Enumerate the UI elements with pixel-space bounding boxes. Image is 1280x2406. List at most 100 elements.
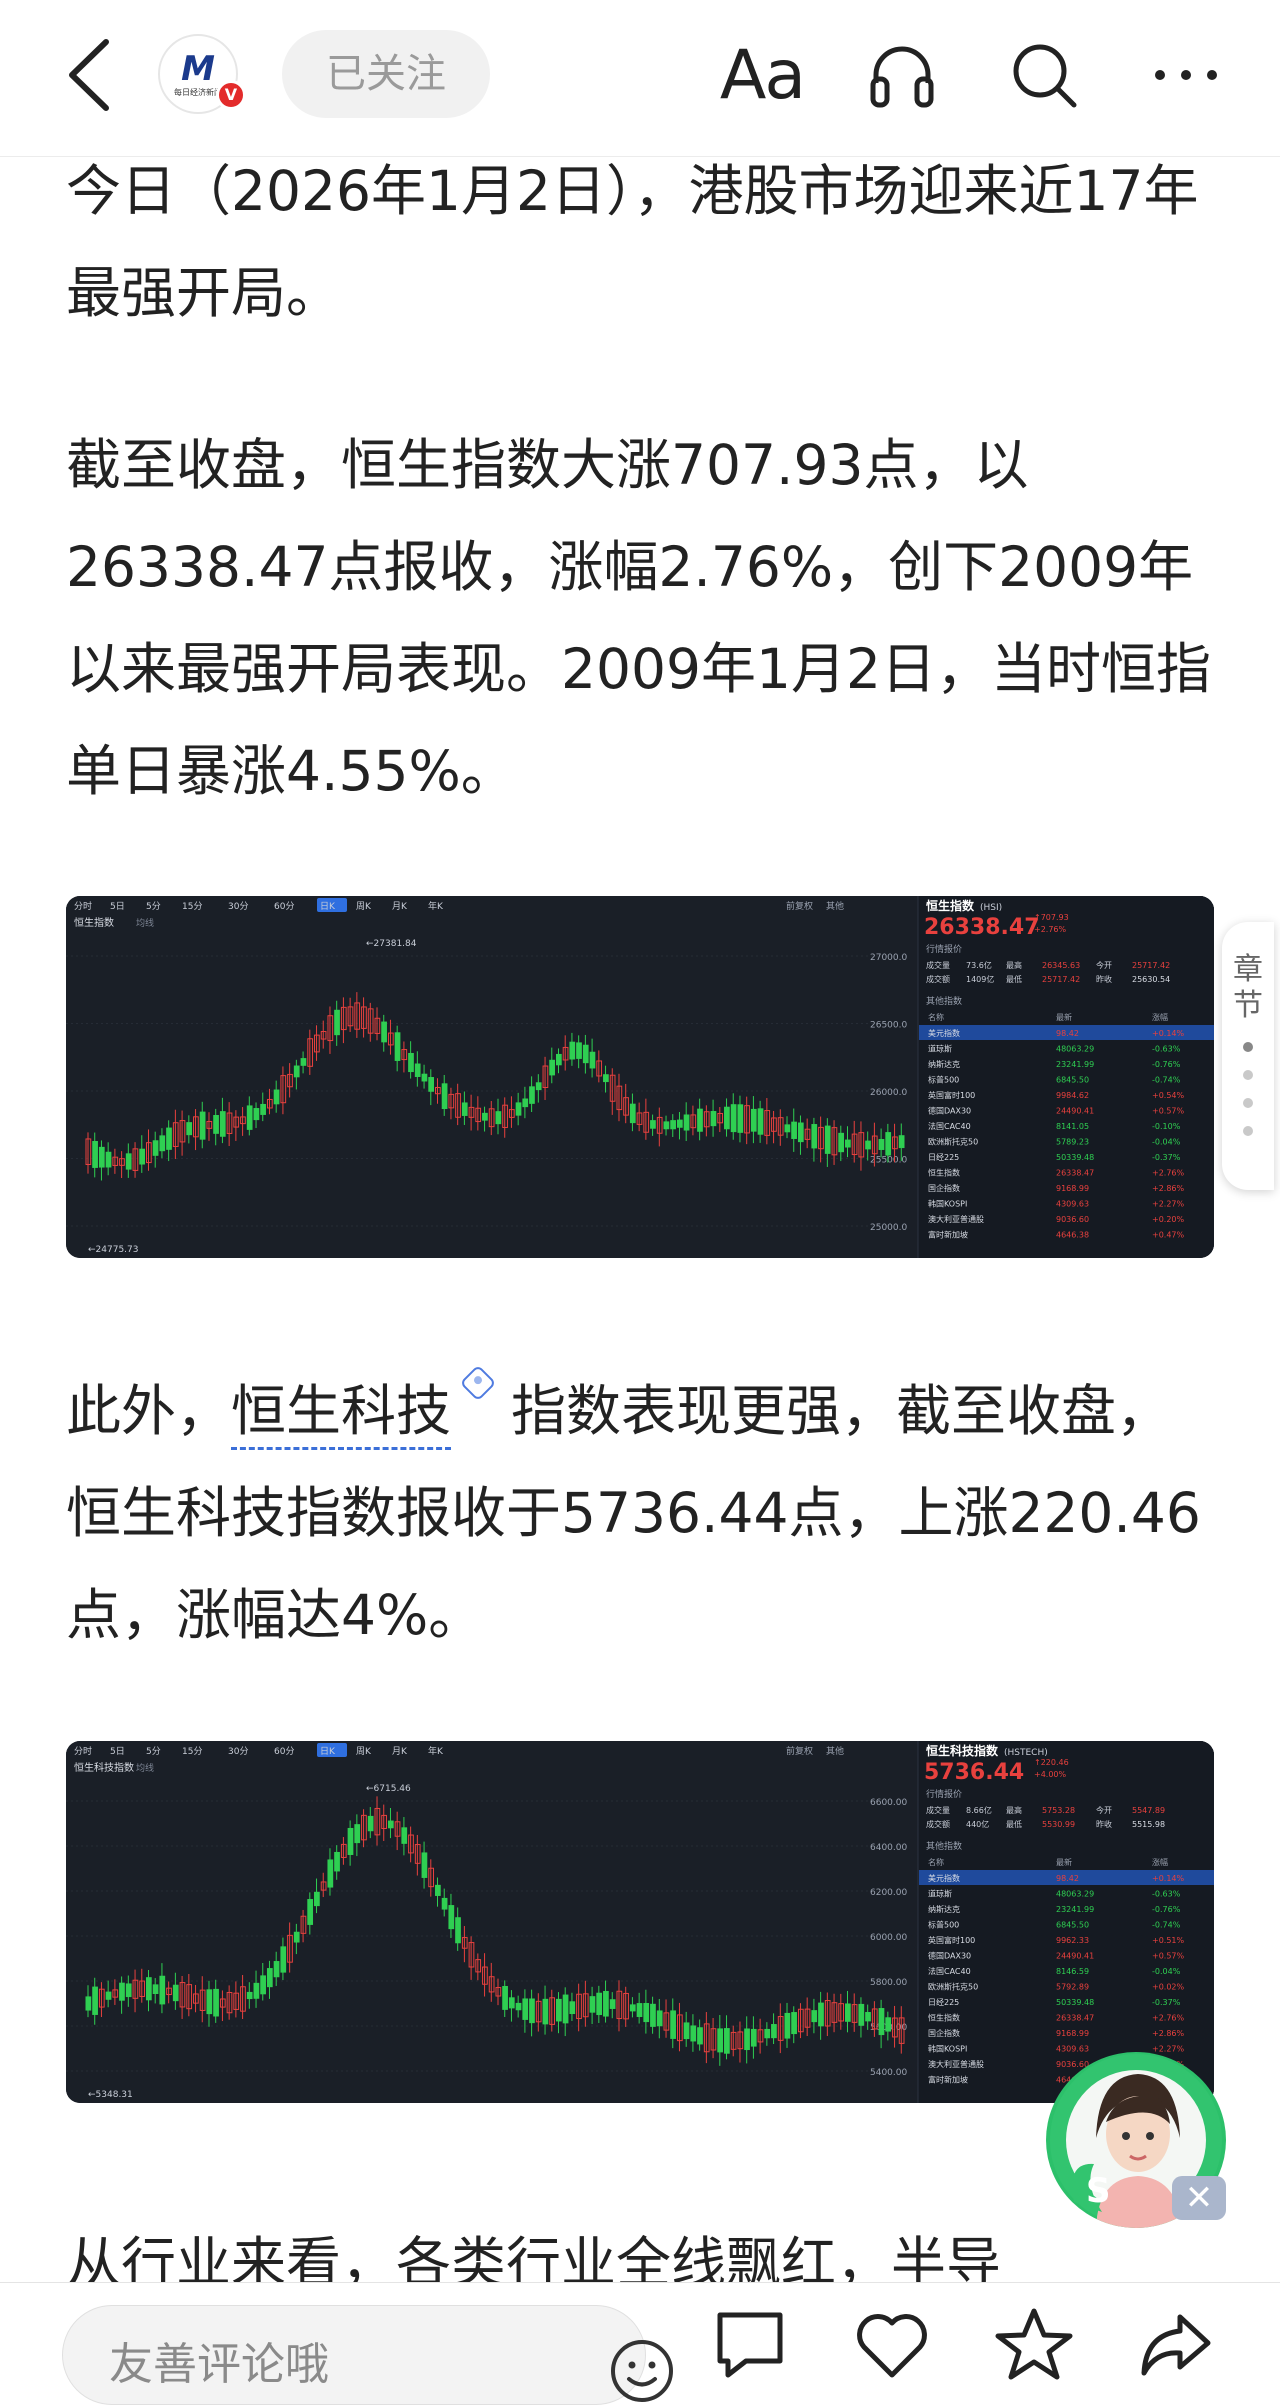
quote-cell: 今开 <box>1096 1805 1112 1815</box>
font-size-button[interactable]: Aa <box>712 30 812 120</box>
y-axis-label: 5800.00 <box>870 1978 907 1988</box>
index-name-cell: 英国富时100 <box>928 1935 975 1945</box>
candle <box>724 2028 730 2054</box>
candle <box>542 1998 549 2025</box>
candle <box>663 1121 670 1130</box>
candle <box>690 2025 697 2042</box>
index-pct-cell: +0.14% <box>1152 1874 1185 1883</box>
candle <box>898 1135 905 1149</box>
back-button[interactable] <box>62 30 122 120</box>
chapter-dot <box>1243 1126 1253 1136</box>
candle <box>92 1986 98 2015</box>
hstech-chart-image[interactable]: 分时 5日 5分 15分 30分 60分 日K 周K 月K 年K 恒生科技指数 均线 前复权 其他 6600… <box>66 1741 1214 2103</box>
quote-cell: 5530.99 <box>1042 1820 1075 1829</box>
chart-high-label: ←27381.84 <box>366 939 417 949</box>
quote-cell: 25630.54 <box>1132 975 1170 984</box>
candle <box>441 1083 448 1110</box>
top-bar: M 每日经济新闻 V 已关注 Aa <box>0 0 1280 157</box>
candle <box>508 1997 515 2009</box>
index-value-cell: 9168.99 <box>1056 2029 1089 2038</box>
candle <box>582 1044 589 1064</box>
chapter-tab-label: 章节 <box>1233 952 1263 1023</box>
comment-icon[interactable] <box>710 2305 790 2385</box>
hstech-link[interactable]: 恒生科技 <box>231 1379 452 1450</box>
chart-tab: 分时 <box>74 900 92 912</box>
paragraph-3: 此外，恒生科技 指数表现更强，截至收盘，恒生科技指数报收于5736.44点，上涨2… <box>66 1360 1216 1666</box>
index-value-cell: 26338.47 <box>1056 1169 1094 1178</box>
search-button[interactable] <box>1004 30 1084 120</box>
candle <box>213 1115 219 1134</box>
candle <box>293 1931 300 1943</box>
index-value-cell: 50339.48 <box>1056 1998 1094 2007</box>
chapter-tab[interactable]: 章节 <box>1222 922 1274 1190</box>
quote-cell: 昨收 <box>1096 974 1112 984</box>
chart-high-label: ←6715.46 <box>366 1784 411 1794</box>
candle <box>650 2003 656 2027</box>
candle <box>858 2003 865 2026</box>
index-value-cell: 24490.41 <box>1056 1107 1094 1116</box>
candle <box>710 1111 717 1127</box>
other-indices-title: 其他指数 <box>926 1840 962 1852</box>
follow-button[interactable]: 已关注 <box>282 30 490 118</box>
candle <box>589 1051 596 1069</box>
listen-button[interactable] <box>862 30 942 120</box>
candle <box>643 2003 650 2023</box>
other-indices-title: 其他指数 <box>926 995 962 1007</box>
paragraph-3-prefix: 此外， <box>66 1379 232 1443</box>
hsi-chart: 分时 5日 5分 15分 30分 60分 日K 周K 月K 年K恒生指数 均线前复权 其他27000.… <box>66 896 1214 1258</box>
candle <box>273 1961 280 1978</box>
hstech-chart: 分时 5日 5分 15分 30分 60分 日K 周K 月K 年K 恒生科技指数 均线 前复权 其他 6600… <box>66 1741 1214 2103</box>
candle <box>219 1111 226 1137</box>
like-icon[interactable] <box>852 2305 932 2385</box>
candle <box>152 1140 159 1156</box>
emoji-icon[interactable] <box>607 2336 677 2406</box>
index-name-cell: 富时新加坡 <box>928 1230 968 1240</box>
y-axis-label: 6600.00 <box>870 1798 907 1808</box>
candle <box>697 2027 703 2045</box>
favorite-icon[interactable] <box>994 2305 1074 2385</box>
index-pct-cell: +0.57% <box>1152 1952 1185 1961</box>
candle <box>670 1120 676 1130</box>
candle <box>354 1824 361 1844</box>
quote-cell: 440亿 <box>966 1819 989 1829</box>
candle <box>260 1975 266 1995</box>
candle <box>253 1108 260 1121</box>
candle <box>515 2002 522 2011</box>
more-button[interactable] <box>1146 30 1226 120</box>
candle <box>811 1124 818 1149</box>
candle <box>670 2010 676 2039</box>
candle <box>784 1124 791 1133</box>
hsi-chart-image[interactable]: 分时 5日 5分 15分 30分 60分 日K 周K 月K 年K 恒生指数 均线 前复权 其他 27000.… <box>66 896 1214 1258</box>
candle <box>683 1114 690 1131</box>
index-value-cell: 98.42 <box>1056 1874 1079 1883</box>
comment-input[interactable]: 友善评论哦 <box>62 2305 673 2405</box>
table-head: 涨幅 <box>1152 1857 1168 1867</box>
index-pct-cell: +2.86% <box>1152 2029 1185 2038</box>
quote-cell: 最高 <box>1006 960 1022 970</box>
index-pct-cell: +2.76% <box>1152 1169 1185 1178</box>
paragraph-2: 截至收盘，恒生指数大涨707.93点，以26338.47点报收，涨幅2.76%，… <box>66 433 1211 803</box>
candle <box>750 1108 757 1132</box>
index-value-cell: 8141.05 <box>1056 1122 1089 1131</box>
link-entity-icon[interactable] <box>459 1364 497 1402</box>
quote-index-code: (HSTECH) <box>1004 1748 1048 1758</box>
assistant-close-button[interactable]: ✕ <box>1172 2176 1226 2220</box>
svg-text:S: S <box>1086 2171 1111 2211</box>
candle <box>85 1996 92 2011</box>
index-pct-cell: +0.51% <box>1152 1936 1185 1945</box>
chart-tab: 年K <box>428 900 444 912</box>
chart-tab: 30分 <box>228 1746 248 1757</box>
candle <box>838 1132 845 1153</box>
index-value-cell: 6845.50 <box>1056 1076 1089 1085</box>
author-logo-text: 每日经济新闻 <box>174 87 222 97</box>
candle <box>414 1063 421 1077</box>
candle <box>408 1052 414 1073</box>
candle <box>314 1891 320 1907</box>
index-pct-cell: +0.47% <box>1152 1231 1185 1240</box>
candle <box>125 1153 132 1170</box>
share-icon[interactable] <box>1136 2305 1216 2385</box>
table-head: 最新 <box>1056 1012 1072 1022</box>
index-value-cell: 50339.48 <box>1056 1153 1094 1162</box>
table-head: 最新 <box>1056 1857 1072 1867</box>
candle <box>549 1059 555 1076</box>
